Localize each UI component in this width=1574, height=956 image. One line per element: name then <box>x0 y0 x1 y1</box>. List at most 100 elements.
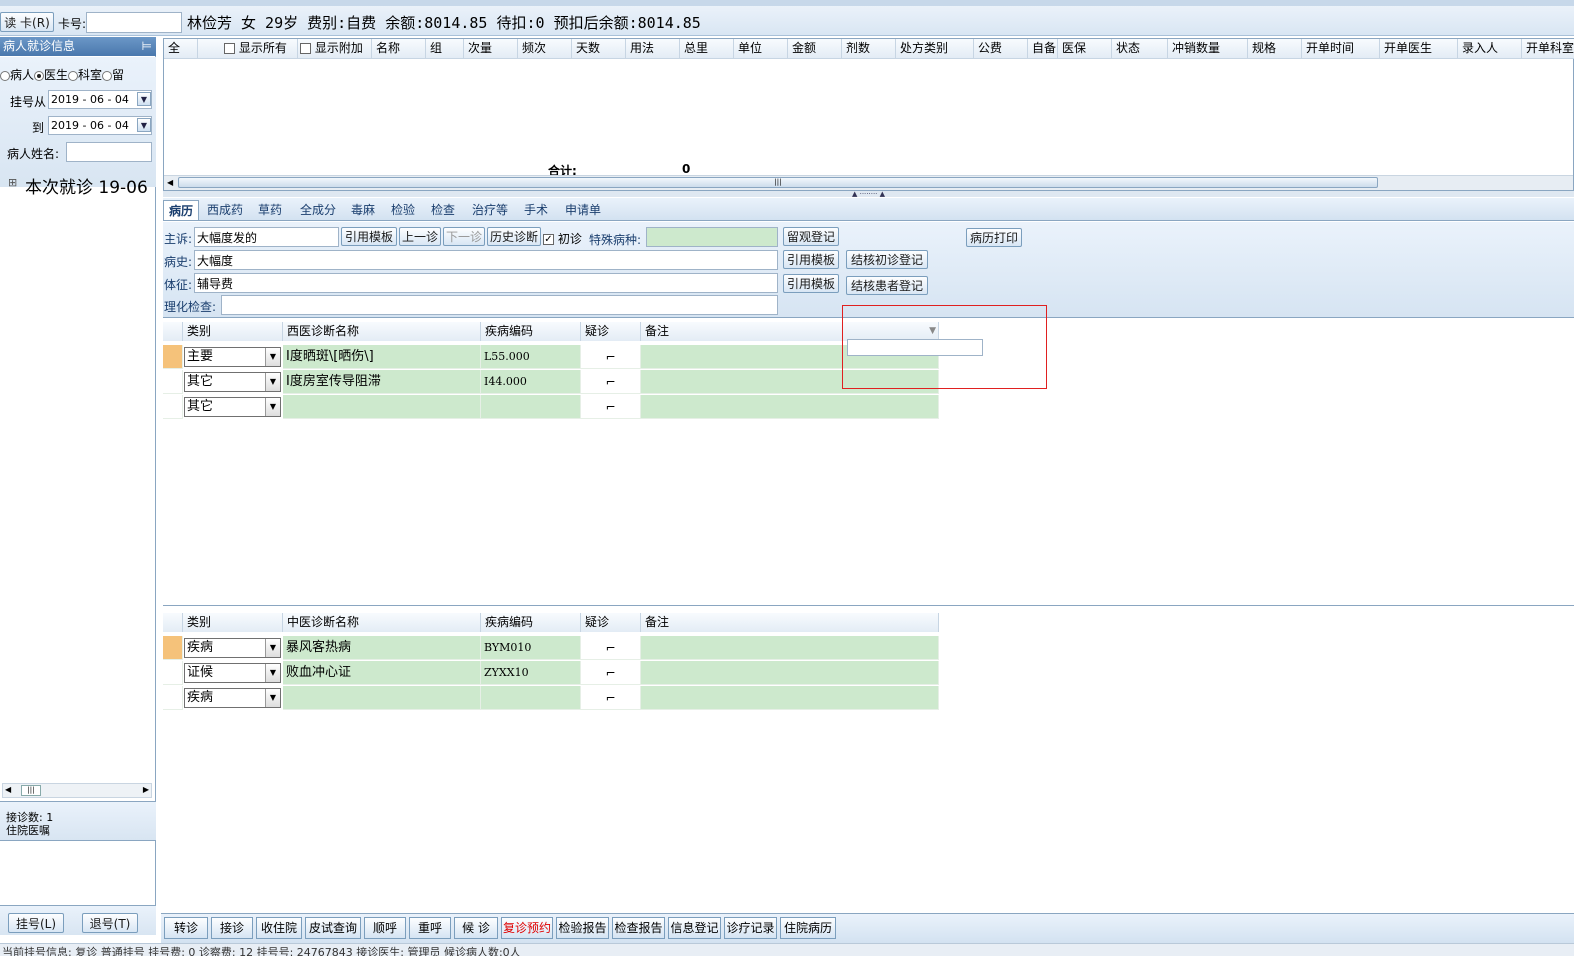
first-visit-checkbox[interactable]: ✓ <box>543 234 554 245</box>
tcm-suspected-cell[interactable]: ⌐ <box>581 636 641 660</box>
west-suspected-cell[interactable]: ⌐ <box>581 395 641 419</box>
col-days[interactable]: 天数 <box>572 39 626 58</box>
col-group[interactable]: 组 <box>426 39 464 58</box>
west-diag-name-cell[interactable] <box>283 395 481 419</box>
read-card-button[interactable]: 读 卡(R) <box>0 12 54 32</box>
show-all-checkbox[interactable] <box>224 43 235 54</box>
expand-icon[interactable]: ⊞ <box>8 176 17 189</box>
col-usage[interactable]: 用法 <box>626 39 680 58</box>
tree-item-current-visit[interactable]: 本次就诊 19-06 <box>25 173 155 198</box>
west-note-cell[interactable] <box>641 395 939 419</box>
tcm-diag-code-cell[interactable] <box>481 686 581 710</box>
west-type-select[interactable]: 主要 ▼ <box>184 347 281 367</box>
info-register-button[interactable]: 信息登记 <box>668 917 721 939</box>
inpatient-record-button[interactable]: 住院病历 <box>780 917 836 939</box>
show-all-toggle[interactable]: 显示所有 <box>222 39 298 58</box>
skin-test-query-button[interactable]: 皮试查询 <box>305 917 361 939</box>
chevron-down-icon[interactable]: ▼ <box>265 348 280 366</box>
scroll-right-icon[interactable]: ▶ <box>143 785 149 794</box>
patient-name-input[interactable] <box>66 142 152 162</box>
tab-western-medicine[interactable]: 西成药 <box>202 200 248 220</box>
tcm-type-select[interactable]: 疾病 ▼ <box>184 688 281 708</box>
scroll-left-icon[interactable]: ◀ <box>167 178 173 187</box>
next-visit-button[interactable]: 下一诊 <box>443 227 485 246</box>
col-order-doctor[interactable]: 开单医生 <box>1380 39 1458 58</box>
tcm-note-cell[interactable] <box>641 636 939 660</box>
tcm-note-cell[interactable] <box>641 686 939 710</box>
rx-hscrollbar[interactable]: ◀ ||| <box>164 175 1573 190</box>
template-button-2[interactable]: 引用模板 <box>783 250 839 269</box>
west-col-suspected[interactable]: 疑诊 <box>581 322 641 341</box>
chevron-down-icon[interactable]: ▼ <box>137 118 151 132</box>
history-input[interactable]: 大幅度 <box>194 250 778 270</box>
unregister-button[interactable]: 退号(T) <box>82 913 138 933</box>
treatment-record-button[interactable]: 诊疗记录 <box>724 917 777 939</box>
history-diagnosis-button[interactable]: 历史诊断 <box>487 227 541 246</box>
chevron-down-icon[interactable]: ▼ <box>265 373 280 391</box>
tcm-col-note[interactable]: 备注 <box>641 613 939 632</box>
row-select-header[interactable] <box>163 322 183 341</box>
radio-dept[interactable] <box>68 70 79 81</box>
tcm-col-code[interactable]: 疾病编码 <box>481 613 581 632</box>
call-next-button[interactable]: 顺呼 <box>364 917 406 939</box>
tab-full-ingredient[interactable]: 全成分 <box>295 200 341 220</box>
west-suspected-cell[interactable]: ⌐ <box>581 370 641 394</box>
waiting-button[interactable]: 候 诊 <box>454 917 498 939</box>
card-input[interactable] <box>86 12 182 33</box>
col-dose[interactable]: 次量 <box>464 39 518 58</box>
col-doses[interactable]: 剂数 <box>842 39 896 58</box>
transfer-button[interactable]: 转诊 <box>164 917 208 939</box>
radio-patient[interactable] <box>0 70 10 81</box>
col-name[interactable]: 名称 <box>372 39 426 58</box>
tab-application[interactable]: 申请单 <box>560 200 606 220</box>
tcm-diag-name-cell[interactable]: 败血冲心证 <box>283 661 481 685</box>
accept-button[interactable]: 接诊 <box>211 917 253 939</box>
scroll-left-icon[interactable]: ◀ <box>5 785 11 794</box>
west-col-type[interactable]: 类别 <box>183 322 283 341</box>
sign-input[interactable]: 辅导费 <box>194 273 778 293</box>
tab-surgery[interactable]: 手术 <box>519 200 553 220</box>
special-disease-input[interactable] <box>646 227 778 247</box>
west-diag-code-cell[interactable]: I44.000 <box>481 370 581 394</box>
col-status[interactable]: 状态 <box>1112 39 1168 58</box>
lab-report-button[interactable]: 检验报告 <box>556 917 609 939</box>
pin-icon[interactable]: ⊨ <box>142 37 152 56</box>
row-select-header[interactable] <box>163 613 183 632</box>
col-spec[interactable]: 规格 <box>1248 39 1302 58</box>
west-col-code[interactable]: 疾病编码 <box>481 322 581 341</box>
col-self-supply[interactable]: 自备 <box>1028 39 1058 58</box>
tab-narcotic[interactable]: 毒麻 <box>346 200 380 220</box>
template-button-3[interactable]: 引用模板 <box>783 274 839 293</box>
show-extra-toggle[interactable]: 显示附加 <box>298 39 372 58</box>
west-type-select[interactable]: 其它 ▼ <box>184 372 281 392</box>
show-extra-checkbox[interactable] <box>300 43 311 54</box>
chevron-down-icon[interactable]: ▼ <box>137 92 151 106</box>
tcm-col-type[interactable]: 类别 <box>183 613 283 632</box>
col-entered-by[interactable]: 录入人 <box>1458 39 1522 58</box>
radio-stay[interactable] <box>102 70 113 81</box>
select-all-header[interactable]: 全 <box>164 39 198 58</box>
west-col-name[interactable]: 西医诊断名称 <box>283 322 481 341</box>
tcm-diag-name-cell[interactable] <box>283 686 481 710</box>
followup-appointment-button[interactable]: 复诊预约 <box>501 917 553 939</box>
col-insurance[interactable]: 医保 <box>1058 39 1112 58</box>
chevron-down-icon[interactable]: ▼ <box>265 664 280 682</box>
col-unit[interactable]: 单位 <box>734 39 788 58</box>
chevron-down-icon[interactable]: ▼ <box>265 689 280 707</box>
tb-first-visit-button[interactable]: 结核初诊登记 <box>846 250 928 269</box>
register-button[interactable]: 挂号(L) <box>8 913 64 933</box>
west-type-select[interactable]: 其它 ▼ <box>184 397 281 417</box>
tcm-col-name[interactable]: 中医诊断名称 <box>283 613 481 632</box>
observation-register-button[interactable]: 留观登记 <box>783 227 839 246</box>
template-button-1[interactable]: 引用模板 <box>341 227 397 246</box>
tcm-col-suspected[interactable]: 疑诊 <box>581 613 641 632</box>
tcm-note-cell[interactable] <box>641 661 939 685</box>
tcm-suspected-cell[interactable]: ⌐ <box>581 661 641 685</box>
tab-treatment[interactable]: 治疗等 <box>467 200 513 220</box>
complaint-input[interactable]: 大幅度发的 <box>194 227 339 247</box>
col-amount[interactable]: 金额 <box>788 39 842 58</box>
col-order-time[interactable]: 开单时间 <box>1302 39 1380 58</box>
popup-input[interactable] <box>847 339 983 356</box>
tcm-diag-code-cell[interactable]: ZYXX10 <box>481 661 581 685</box>
radio-doctor[interactable] <box>34 70 45 81</box>
